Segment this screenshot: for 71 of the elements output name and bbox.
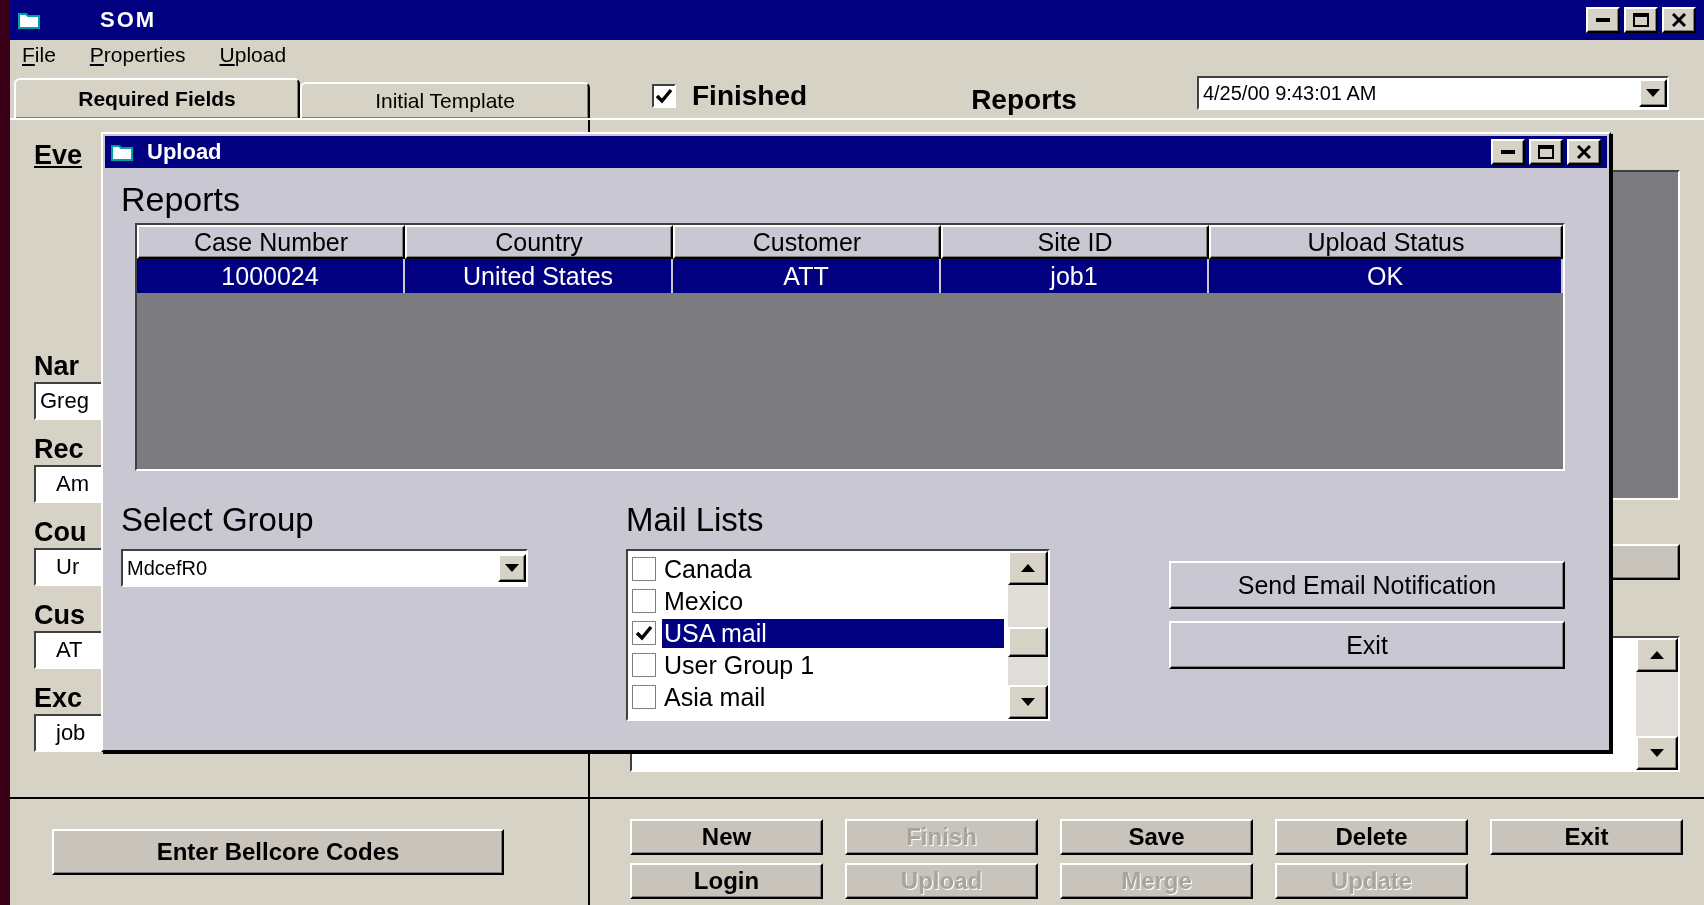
down-arrow-icon [1021,698,1035,706]
dialog-button[interactable]: Send Email Notification [1169,561,1565,609]
action-button[interactable]: Save [1060,819,1253,855]
maximize-icon [1538,145,1554,159]
dropdown-button[interactable] [498,554,526,582]
column-header[interactable]: Site ID [941,225,1209,259]
tab[interactable]: Initial Template [300,82,590,118]
field-label: Cou [34,517,87,548]
close-button[interactable] [1567,139,1601,165]
field-label: Rec [34,434,84,465]
column-header[interactable]: Country [405,225,673,259]
list-item[interactable]: Mexico [662,586,1004,616]
close-icon [1672,13,1686,27]
group-dropdown[interactable]: MdcefR0 [121,549,528,587]
maximize-button[interactable] [1529,139,1563,165]
checkbox[interactable] [632,685,656,709]
checkmark-icon [655,87,673,105]
scroll-thumb[interactable] [1008,627,1048,657]
up-arrow-icon [1650,651,1664,659]
bellcore-codes-button[interactable]: Enter Bellcore Codes [52,829,504,875]
dialog-button[interactable]: Exit [1169,621,1565,669]
minimize-button[interactable] [1586,7,1620,33]
list-item[interactable]: Canada [662,554,1004,584]
dropdown-button[interactable] [1638,79,1667,107]
checkbox[interactable] [632,557,656,581]
minimize-button[interactable] [1491,139,1525,165]
field-label: Cus [34,600,85,631]
action-button[interactable]: Login [630,863,823,899]
reports-dropdown[interactable]: 4/25/00 9:43:01 AM [1196,76,1669,110]
checkbox[interactable] [632,589,656,613]
menu-item[interactable]: Properties [89,43,186,67]
field-label: Exc [34,683,83,714]
list-item[interactable]: User Group 1 [662,650,1004,680]
folder-icon [18,11,40,29]
window-title: SOM [100,7,157,33]
column-header[interactable]: Customer [673,225,941,259]
scrollbar[interactable] [1008,551,1048,719]
reports-label: Reports [971,84,1077,116]
minimize-icon [1596,18,1610,22]
close-button[interactable] [1662,7,1696,33]
tab[interactable]: Required Fields [14,78,300,118]
minimize-icon [1501,150,1515,154]
select-group-label: Select Group [121,501,315,539]
maximize-button[interactable] [1624,7,1658,33]
scrollbar[interactable] [1636,638,1678,770]
list-item[interactable]: Asia mail [662,682,1004,712]
checkbox[interactable] [632,653,656,677]
up-arrow-icon [1021,564,1035,572]
dialog-title: Upload [147,139,222,165]
close-icon [1577,145,1591,159]
maximize-icon [1633,13,1649,27]
down-arrow-icon [1650,749,1664,757]
list-item[interactable]: USA mail [662,618,1004,648]
down-arrow-icon [1645,89,1660,97]
field-label: Eve [34,140,83,171]
action-button[interactable]: Delete [1275,819,1468,855]
checkbox[interactable] [632,621,656,645]
down-arrow-icon [505,564,519,572]
reports-heading: Reports [121,180,242,219]
finished-checkbox[interactable] [652,84,676,108]
mail-lists-label: Mail Lists [626,501,765,539]
action-button[interactable]: Exit [1490,819,1683,855]
column-header[interactable]: Upload Status [1209,225,1563,259]
menu-item[interactable]: File [22,43,56,67]
action-button[interactable]: New [630,819,823,855]
menu-item[interactable]: Upload [219,43,287,67]
folder-icon [111,143,133,161]
finished-label: Finished [692,80,808,112]
column-header[interactable]: Case Number [137,225,405,259]
checkmark-icon [635,624,653,642]
field-label: Nar [34,351,80,382]
